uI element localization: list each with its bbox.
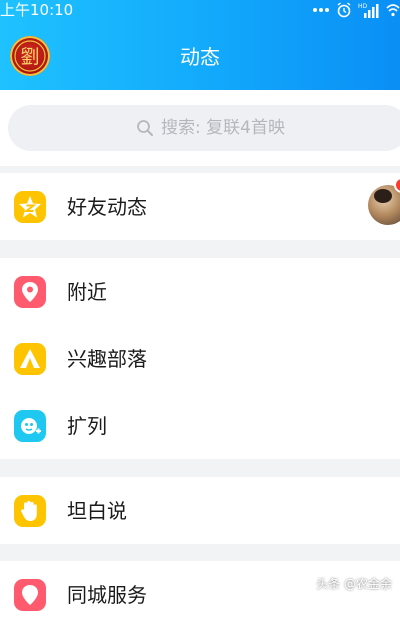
page-title: 动态 — [180, 45, 220, 69]
menu-item-nearby[interactable]: 附近 — [0, 258, 400, 325]
city-service-icon — [14, 579, 46, 611]
status-icons: HD — [312, 1, 400, 19]
tent-icon — [14, 343, 46, 375]
menu-item-label: 同城服务 — [67, 583, 147, 607]
location-pin-icon — [14, 276, 46, 308]
wifi-icon — [386, 4, 400, 17]
alarm-icon — [337, 2, 351, 18]
menu-item-label: 好友动态 — [67, 195, 147, 219]
menu-item-interest-tribe[interactable]: 兴趣部落 — [0, 325, 400, 392]
menu-item-expand-list[interactable]: 扩列 — [0, 392, 400, 459]
menu-item-friend-feed[interactable]: 好友动态 — [0, 173, 400, 240]
search-input[interactable]: 搜索: 复联4首映 — [8, 105, 400, 151]
qzone-star-icon — [14, 191, 46, 223]
search-section: 搜索: 复联4首映 — [0, 90, 400, 166]
hd-signal-icon: HD — [358, 3, 379, 18]
planet-icon — [14, 410, 46, 442]
menu-item-label: 附近 — [67, 280, 107, 304]
menu-item-label: 坦白说 — [67, 499, 127, 523]
search-icon — [137, 120, 153, 136]
hand-icon — [14, 495, 46, 527]
status-time: 上午10:10 — [0, 1, 74, 19]
menu-item-label: 扩列 — [67, 414, 107, 438]
menu-item-label: 兴趣部落 — [67, 347, 147, 371]
search-placeholder: 搜索: 复联4首映 — [161, 118, 285, 138]
header-bar: 上午10:10 HD 劉 动态 — [0, 0, 400, 90]
friend-avatar[interactable] — [368, 185, 400, 225]
more-dots-icon — [313, 8, 329, 12]
watermark: 头条 @农金余 — [316, 577, 392, 591]
svg-text:HD: HD — [358, 3, 368, 10]
menu-item-city-service[interactable]: 同城服务 — [0, 561, 400, 628]
status-bar: 上午10:10 HD — [0, 0, 400, 20]
menu-item-confession[interactable]: 坦白说 — [0, 477, 400, 544]
